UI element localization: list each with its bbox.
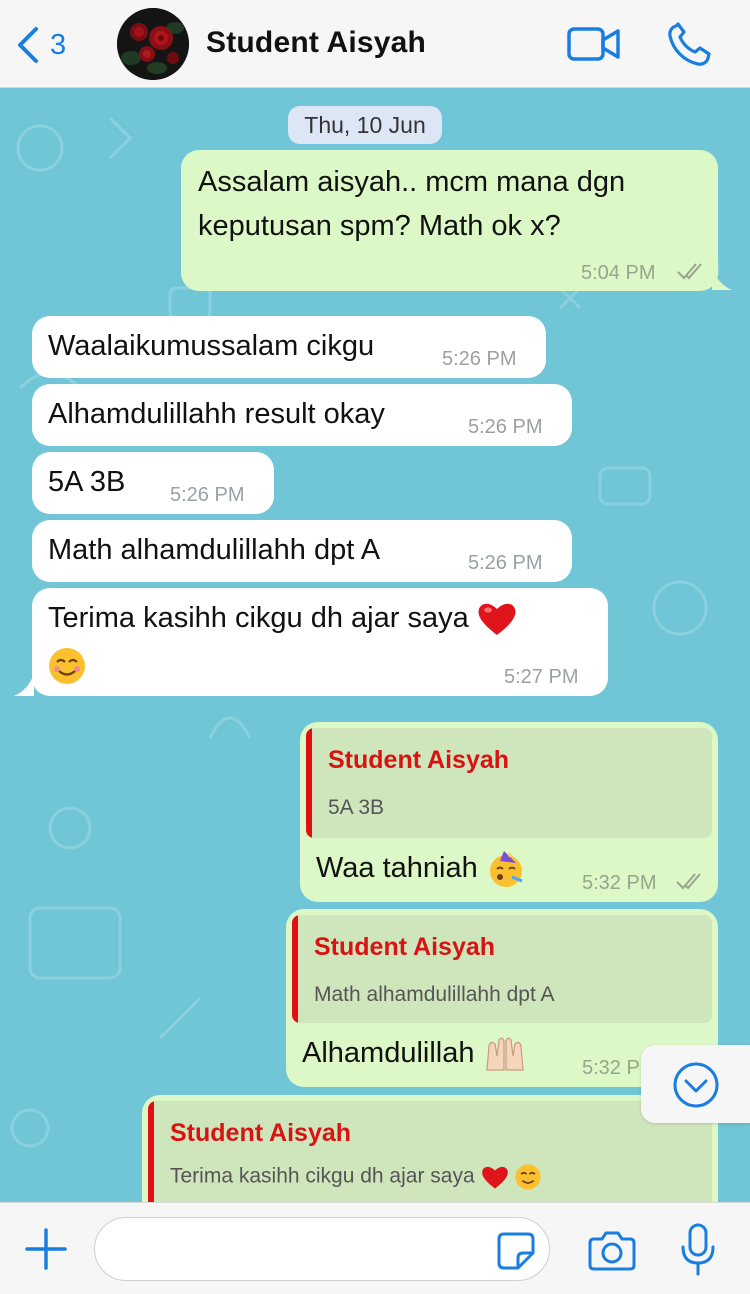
quote-author: Student Aisyah [314,933,496,961]
smiling-face-emoji-icon [49,648,85,684]
quote-text: Terima kasihh cikgu dh ajar saya [170,1164,475,1188]
message-text: Assalam aisyah.. mcm mana dgn [198,166,626,198]
red-heart-emoji-icon [481,1166,508,1189]
raised-hands-emoji-icon [485,1037,524,1071]
quoted-message[interactable]: Student Aisyah Terima kasihh cikgu dh aj… [148,1101,712,1202]
incoming-message[interactable]: Waalaikumussalam cikgu 5:26 PM [32,316,546,378]
outgoing-reply-message[interactable]: Student Aisyah 5A 3B Waa tahniah 5:32 PM [300,722,718,902]
quote-text: 5A 3B [328,796,385,819]
quote-author: Student Aisyah [328,746,510,774]
quoted-message[interactable]: Student Aisyah 5A 3B [306,728,712,838]
video-icon [567,27,620,61]
camera-icon [588,1231,636,1271]
outgoing-message[interactable]: Assalam aisyah.. mcm mana dgn keputusan … [181,150,718,291]
bubble-tail [14,674,34,696]
message-text: Alhamdulillah [302,1037,475,1069]
camera-button[interactable] [588,1229,636,1271]
plus-icon [25,1228,67,1270]
video-call-button[interactable] [566,24,622,64]
chevron-down-icon [673,1062,719,1108]
quote-author: Student Aisyah [170,1119,352,1147]
message-time: 5:26 PM [170,484,245,506]
message-time: 5:04 PM [581,262,656,284]
red-heart-emoji-icon [478,604,516,636]
message-text: keputusan spm? Math ok x? [198,210,561,242]
message-text: 5A 3B [48,466,126,498]
quoted-message[interactable]: Student Aisyah Math alhamdulillahh dpt A [292,915,712,1023]
incoming-message[interactable]: Math alhamdulillahh dpt A 5:26 PM [32,520,572,582]
message-text: Math alhamdulillahh dpt A [48,534,381,566]
attach-button[interactable] [24,1227,68,1271]
unread-count: 3 [50,28,67,61]
message-text: Terima kasihh cikgu dh ajar saya [48,602,469,634]
chat-header: 3 Student Aisyah [0,0,750,88]
chat-area[interactable]: Thu, 10 Jun Assalam aisyah.. mcm mana dg… [0,88,750,1202]
incoming-message[interactable]: 5A 3B 5:26 PM [32,452,274,514]
sticker-icon [497,1232,535,1270]
microphone-button[interactable] [680,1223,716,1277]
read-ticks-icon [677,263,702,280]
message-text: Alhamdulillahh result okay [48,398,385,430]
microphone-icon [681,1223,715,1276]
contact-name[interactable]: Student Aisyah [206,26,426,60]
partying-face-emoji-icon [489,851,523,888]
quote-text: Math alhamdulillahh dpt A [314,983,555,1006]
phone-icon [668,22,711,66]
message-time: 5:32 PM [582,872,657,894]
bubble-tail [712,268,732,290]
date-separator: Thu, 10 Jun [288,106,442,144]
message-text: Waalaikumussalam cikgu [48,330,375,362]
incoming-message[interactable]: Alhamdulillahh result okay 5:26 PM [32,384,572,446]
quote-bar [148,1101,154,1202]
back-button[interactable]: 3 [14,22,66,68]
input-bar [0,1202,750,1294]
message-text: Waa tahniah [316,852,478,884]
message-time: 5:32 P [582,1057,640,1079]
message-time: 5:26 PM [442,348,517,370]
scroll-to-bottom-button[interactable] [641,1045,750,1123]
smiling-face-emoji-icon [515,1164,541,1190]
message-input[interactable] [94,1217,550,1281]
read-ticks-icon [676,873,701,890]
message-time: 5:27 PM [504,666,579,688]
message-time: 5:26 PM [468,552,543,574]
sticker-button[interactable] [496,1231,536,1271]
contact-avatar[interactable] [117,8,189,80]
quote-bar [306,728,312,838]
chevron-left-icon [18,27,38,63]
message-time: 5:26 PM [468,416,543,438]
incoming-message[interactable]: Terima kasihh cikgu dh ajar saya 5:27 PM [32,588,608,696]
voice-call-button[interactable] [666,22,714,68]
rose-image [117,8,189,80]
quote-bar [292,915,298,1023]
outgoing-reply-message[interactable]: Student Aisyah Terima kasihh cikgu dh aj… [142,1095,718,1202]
